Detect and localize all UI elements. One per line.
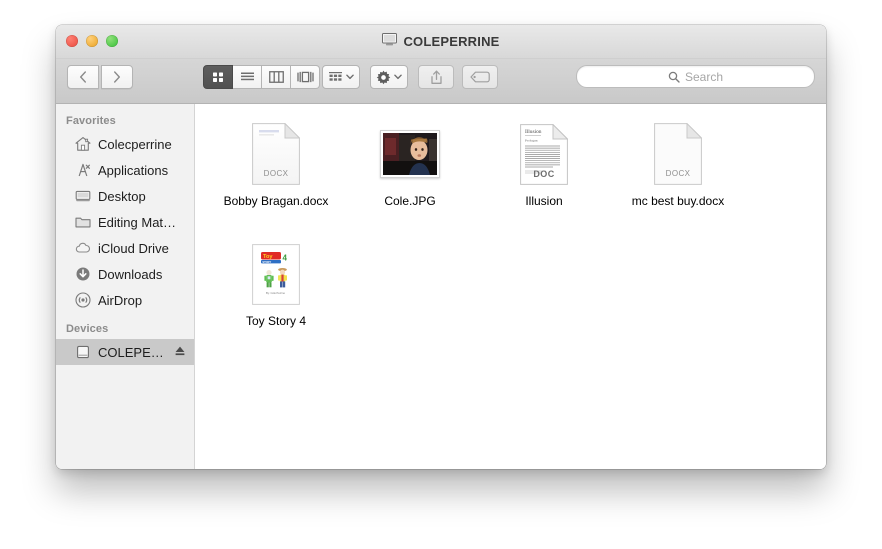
sidebar-item-label: Applications — [98, 162, 169, 178]
window-toolbar: Search — [56, 59, 826, 104]
svg-text:By: Cole Perrine: By: Cole Perrine — [266, 291, 285, 295]
sidebar-item-label: Editing Mat… — [98, 214, 177, 230]
svg-text:STORY: STORY — [262, 259, 271, 263]
sidebar-item-applications[interactable]: Applications — [56, 157, 194, 183]
share-button[interactable] — [418, 65, 454, 89]
arrange-button[interactable] — [322, 65, 360, 89]
window-titlebar[interactable]: COLEPERRINE — [56, 25, 826, 59]
action-button[interactable] — [370, 65, 408, 89]
desktop-background: COLEPERRINE Search Favorites Colecperrin… — [0, 0, 882, 549]
sidebar-item-downloads[interactable]: Downloads — [56, 261, 194, 287]
sidebar-item-label: iCloud Drive — [98, 240, 169, 256]
view-switcher — [203, 65, 320, 89]
action-menu-button[interactable] — [370, 65, 408, 89]
sidebar-item-coleperrine-device[interactable]: COLEPE… — [56, 339, 194, 365]
search-icon — [668, 71, 680, 83]
coverflow-view-button[interactable] — [291, 65, 320, 89]
airdrop-icon — [75, 292, 91, 308]
file-item[interactable]: DOCX Bobby Bragan.docx — [209, 118, 343, 234]
back-button[interactable] — [67, 65, 99, 89]
sidebar-item-label: Downloads — [98, 266, 163, 282]
sidebar-item-label: COLEPE… — [98, 344, 164, 360]
file-browser-content[interactable]: DOCX Bobby Bragan.docx Cole.JPG Illusion… — [195, 104, 826, 469]
column-view-button[interactable] — [262, 65, 291, 89]
window-title-text: COLEPERRINE — [403, 33, 500, 49]
sidebar-item-label: Colecperrine — [98, 136, 172, 152]
desktop-icon — [75, 188, 91, 204]
file-icon: Illusion Prologue: DOC — [512, 122, 576, 186]
eject-icon[interactable] — [174, 345, 186, 360]
arrange-grid-icon — [329, 71, 342, 81]
cloud-icon — [75, 240, 91, 256]
computer-display-icon — [382, 33, 398, 49]
sidebar-item-editing-materials[interactable]: Editing Mat… — [56, 209, 194, 235]
applications-icon — [75, 162, 91, 178]
sidebar-item-icloud-drive[interactable]: iCloud Drive — [56, 235, 194, 261]
file-extension-label: DOCX — [665, 169, 691, 178]
file-extension-label: DOCX — [263, 169, 289, 178]
forward-button[interactable] — [101, 65, 133, 89]
sidebar-section-header-favorites: Favorites — [66, 115, 116, 127]
toystory-preview-icon: Toy STORY 4 By: Cole Perrine — [252, 243, 300, 305]
file-item[interactable]: DOCX mc best buy.docx — [611, 118, 745, 234]
file-icon: DOCX — [244, 122, 308, 186]
file-icon: DOCX — [646, 122, 710, 186]
sidebar-section-header-devices: Devices — [66, 323, 109, 335]
sidebar: Favorites Colecperrine Applications Desk… — [56, 104, 195, 469]
icon-grid: DOCX Bobby Bragan.docx Cole.JPG Illusion… — [195, 116, 826, 354]
window-title: COLEPERRINE — [56, 33, 826, 49]
photo-thumbnail — [380, 130, 440, 178]
file-item[interactable]: Cole.JPG — [343, 118, 477, 234]
arrange-menu-button[interactable] — [322, 65, 360, 89]
sidebar-item-colecperrine[interactable]: Colecperrine — [56, 131, 194, 157]
file-name-label: mc best buy.docx — [631, 194, 725, 208]
home-icon — [75, 136, 91, 152]
search-input[interactable]: Search — [576, 65, 815, 88]
file-name-label: Bobby Bragan.docx — [223, 194, 329, 208]
window-body: Favorites Colecperrine Applications Desk… — [56, 104, 826, 469]
hard-drive-icon — [75, 344, 91, 360]
file-item[interactable]: Toy STORY 4 By: Cole Perrine Toy Story 4 — [209, 238, 343, 354]
icon-view-button[interactable] — [203, 65, 233, 89]
file-icon — [378, 122, 442, 186]
file-name-label: Toy Story 4 — [245, 314, 307, 328]
doc-preview-icon: Illusion Prologue: DOC — [520, 122, 569, 185]
tags-button[interactable] — [462, 65, 498, 89]
tag-icon — [470, 71, 490, 83]
file-name-label: Cole.JPG — [384, 194, 436, 208]
file-item[interactable]: Illusion Prologue: DOC Illusion — [477, 118, 611, 234]
file-extension-label: DOC — [533, 168, 555, 179]
tags-button-inner[interactable] — [462, 65, 498, 89]
finder-window: COLEPERRINE Search Favorites Colecperrin… — [56, 25, 826, 469]
share-button-inner[interactable] — [418, 65, 454, 89]
gear-icon — [376, 70, 391, 84]
sidebar-item-label: Desktop — [98, 188, 146, 204]
file-name-label: Illusion — [525, 194, 563, 208]
list-view-button[interactable] — [233, 65, 262, 89]
sidebar-item-desktop[interactable]: Desktop — [56, 183, 194, 209]
sidebar-item-label: AirDrop — [98, 292, 143, 308]
share-icon — [430, 70, 442, 84]
docx-file-icon: DOCX — [654, 122, 703, 185]
svg-text:Illusion: Illusion — [525, 129, 542, 135]
svg-text:Prologue:: Prologue: — [525, 138, 538, 142]
file-icon: Toy STORY 4 By: Cole Perrine — [244, 242, 308, 306]
docx-file-icon: DOCX — [252, 122, 301, 185]
folder-icon — [75, 214, 91, 230]
sidebar-item-airdrop[interactable]: AirDrop — [56, 287, 194, 313]
svg-text:4: 4 — [283, 253, 288, 262]
chevron-down-icon — [394, 74, 402, 80]
download-icon — [75, 266, 91, 282]
search-placeholder: Search — [684, 69, 724, 84]
svg-text:Toy: Toy — [263, 254, 273, 260]
chevron-down-icon — [346, 74, 354, 80]
navigation-buttons — [67, 65, 133, 89]
